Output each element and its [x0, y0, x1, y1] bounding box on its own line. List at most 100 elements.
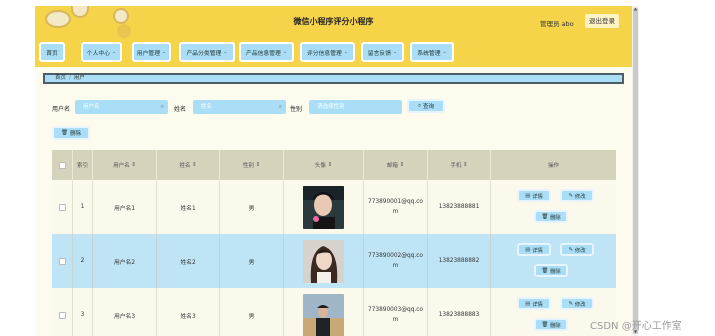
column-header-actions: 操作: [491, 150, 616, 180]
cell-email: 773890002@qq.com: [364, 234, 428, 288]
delete-button[interactable]: 🗑 删除: [534, 210, 568, 223]
logout-button[interactable]: 退出登录: [585, 14, 619, 28]
nav-item-label: 系统管理: [417, 50, 441, 57]
cell-phone: 13823888883: [428, 288, 491, 336]
detail-button[interactable]: ▤ 详情: [517, 189, 551, 202]
cell-gender: 男: [220, 234, 284, 288]
nav-item-label: 产品分类管理: [186, 50, 222, 57]
table-row: 1 用户名1 姓名1 男 773890001@qq.com 1382388888…: [52, 180, 616, 234]
edit-label: 修改: [574, 301, 586, 308]
cell-actions: [491, 180, 616, 234]
admin-label: 管理员 abo: [540, 20, 574, 28]
name-input[interactable]: 姓名 ⌕: [193, 100, 286, 114]
sort-icon: ⇕: [463, 162, 468, 168]
breadcrumb-separator: /: [69, 75, 71, 81]
chevron-down-icon: ⌄: [442, 49, 447, 55]
breadcrumb-home[interactable]: 首页: [55, 75, 66, 81]
detail-icon: ▤: [525, 192, 531, 199]
cell-avatar: [284, 288, 364, 336]
gender-label: 性别: [290, 106, 303, 113]
top-header: 微信小程序评分小程序 管理员 abo 退出登录: [35, 6, 632, 39]
cell-name: 姓名3: [157, 288, 220, 336]
edit-button[interactable]: ✎ 修改: [560, 243, 594, 256]
cell-avatar: [284, 180, 364, 234]
nav-item-system-management[interactable]: 系统管理 ⌄: [410, 42, 454, 62]
nav-item-label: 首页: [46, 50, 58, 57]
nav-item-label: 产品信息管理: [246, 50, 281, 57]
cell-username: 用户名3: [93, 288, 157, 336]
username-input[interactable]: 用户名 ⌕: [75, 100, 168, 114]
delete-label: 删除: [69, 131, 81, 137]
edit-label: 修改: [574, 193, 586, 200]
query-label: 查询: [423, 104, 435, 110]
gender-select[interactable]: 请选择性别: [309, 100, 402, 114]
chevron-down-icon: ⌄: [393, 49, 398, 55]
column-header-gender[interactable]: 性别 ⇕: [220, 150, 284, 180]
name-placeholder: 姓名: [201, 104, 213, 110]
select-all-checkbox[interactable]: [58, 161, 66, 169]
column-header-email[interactable]: 邮箱 ⇕: [364, 150, 428, 180]
cell-username: 用户名1: [93, 180, 157, 234]
username-placeholder: 用户名: [83, 104, 100, 110]
query-button[interactable]: ⌕ 查询: [407, 99, 445, 113]
column-header-name[interactable]: 姓名 ⇕: [157, 150, 220, 180]
edit-button[interactable]: ✎ 修改: [560, 297, 594, 310]
cell-name: 姓名2: [157, 234, 220, 288]
table-row: 3 用户名3 姓名3 男 773890003@qq.com 1382388888…: [52, 288, 616, 336]
column-header-label: 操作: [547, 163, 559, 169]
column-header-label: 头像: [314, 163, 326, 169]
delete-button[interactable]: 🗑 删除: [534, 264, 568, 277]
edit-icon: ✎: [568, 300, 573, 307]
edit-button[interactable]: ✎ 修改: [560, 189, 594, 202]
row-checkbox[interactable]: [58, 203, 66, 211]
search-icon: ⌕: [278, 103, 282, 110]
nav-item-feedback[interactable]: 留言反馈 ⌄: [361, 42, 404, 62]
sort-icon: ⇕: [255, 162, 261, 168]
avatar: [303, 293, 344, 336]
row-checkbox[interactable]: [58, 311, 66, 319]
chevron-down-icon: ⌄: [162, 49, 167, 55]
nav-item-category-management[interactable]: 产品分类管理 ⌄: [179, 42, 235, 62]
detail-button[interactable]: ▤ 详情: [517, 243, 551, 256]
breadcrumb: 首页 / 用户: [43, 73, 624, 84]
scroll-up-arrow-icon[interactable]: ▲: [632, 6, 639, 12]
column-header-phone[interactable]: 手机 ⇕: [428, 150, 491, 180]
name-label: 姓名: [174, 106, 187, 113]
column-header-username[interactable]: 用户名 ⇕: [93, 150, 157, 180]
scrollbar-thumb[interactable]: [633, 8, 638, 334]
trash-icon: 🗑: [61, 130, 68, 136]
sort-icon: ⇕: [399, 162, 405, 168]
detail-label: 详情: [532, 301, 543, 308]
column-header-avatar[interactable]: 头像 ⇕: [284, 150, 364, 180]
detail-icon: ▤: [525, 300, 531, 307]
row-select: [52, 234, 73, 288]
sort-icon: ⇕: [192, 162, 197, 168]
nav-item-user-management[interactable]: 用户管理 ⌄: [132, 42, 171, 62]
cell-name: 姓名1: [157, 180, 220, 234]
nav-item-personal-center[interactable]: 个人中心 ⌄: [81, 42, 122, 62]
edit-label: 修改: [574, 247, 586, 254]
nav-item-rating-management[interactable]: 评分信息管理 ⌄: [300, 42, 355, 62]
table-row: 2 用户名2 姓名2 男 773890002@qq.com 1382388888…: [52, 234, 616, 288]
chevron-down-icon: ⌄: [282, 49, 287, 55]
nav-item-product-management[interactable]: 产品信息管理 ⌄: [239, 42, 294, 62]
search-icon: ⌕: [160, 103, 164, 110]
cell-gender: 男: [220, 288, 284, 336]
column-header-label: 手机: [450, 163, 462, 169]
cell-email: 773890001@qq.com: [364, 180, 428, 234]
batch-delete-button[interactable]: 🗑 删除: [52, 126, 90, 140]
table-header: 索引 用户名 ⇕ 姓名 ⇕ 性别 ⇕ 头像 ⇕ 邮箱 ⇕ 手机 ⇕ 操作: [52, 150, 616, 180]
nav-item-home[interactable]: 首页: [39, 42, 65, 62]
cell-index: 1: [73, 180, 93, 234]
trash-icon: 🗑: [541, 213, 549, 220]
delete-button[interactable]: 🗑 删除: [534, 318, 568, 331]
chevron-down-icon: ⌄: [223, 49, 228, 55]
detail-label: 详情: [532, 247, 543, 254]
row-checkbox[interactable]: [58, 257, 66, 265]
delete-label: 删除: [550, 214, 561, 221]
cell-phone: 13823888882: [428, 234, 491, 288]
trash-icon: 🗑: [541, 321, 549, 328]
detail-button[interactable]: ▤ 详情: [517, 297, 551, 310]
cell-index: 2: [73, 234, 93, 288]
nav-item-label: 评分信息管理: [307, 50, 342, 57]
